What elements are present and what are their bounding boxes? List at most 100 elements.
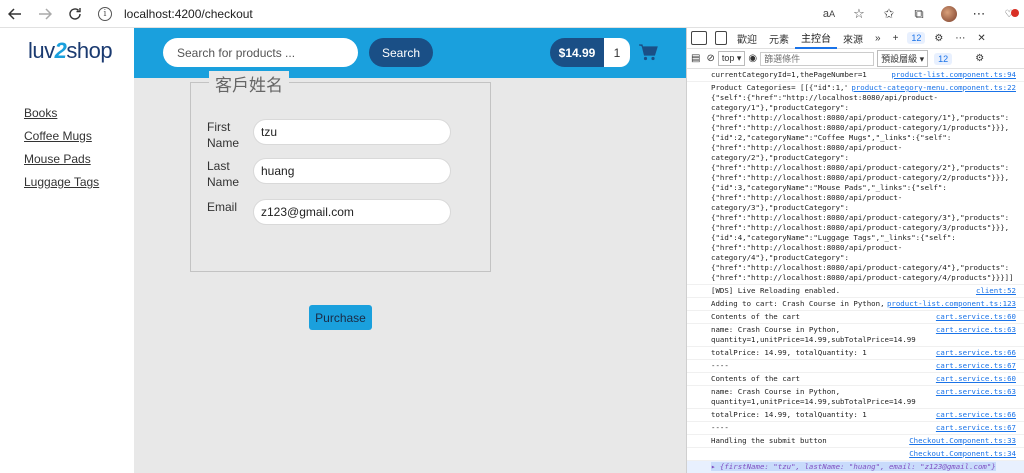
shopping-cart-icon[interactable] — [638, 42, 658, 62]
site-info-icon[interactable]: i — [98, 7, 112, 21]
levels-select[interactable]: 預設層級 ▾ — [877, 50, 929, 67]
console-source-link[interactable]: cart.service.ts:67 — [931, 423, 1016, 433]
console-toolbar: ▤ ⊘ top ▾ ◉ 預設層級 ▾ 12 ⚙ — [687, 49, 1024, 69]
console-message: name: Crash Course in Python, quantity=1… — [711, 387, 916, 406]
site-logo[interactable]: luv2shop — [28, 38, 113, 64]
devtools-panel: 歡迎 元素 主控台 來源 » + 12 ⚙ ⋯ ✕ ▤ ⊘ top ▾ ◉ 預設… — [686, 28, 1024, 473]
app-viewport: luv2shop Books Coffee Mugs Mouse Pads Lu… — [0, 28, 686, 473]
console-line: cart.service.ts:63 name: Crash Course in … — [687, 386, 1024, 409]
console-source-link[interactable]: cart.service.ts:63 — [931, 387, 1016, 397]
search-button[interactable]: Search — [369, 38, 433, 67]
logo-text-2: 2 — [54, 38, 67, 63]
console-settings-icon[interactable]: ⚙ — [975, 53, 984, 64]
console-line: Checkout.Component.ts:33 Handling the sub… — [687, 435, 1024, 448]
forward-icon[interactable] — [30, 0, 60, 28]
logo-text-shop: shop — [66, 38, 113, 63]
console-line: cart.service.ts:67 ---- — [687, 360, 1024, 373]
collections-icon[interactable]: ⧉ — [904, 0, 934, 28]
console-message: ---- — [711, 423, 729, 432]
console-result-line: Checkout.Component.ts:34 — [687, 448, 1024, 461]
sidebar-item-mouse-pads[interactable]: Mouse Pads — [24, 152, 99, 166]
console-line: cart.service.ts:60 Contents of the cart — [687, 373, 1024, 386]
console-message: ---- — [711, 361, 729, 370]
notifications-icon[interactable]: ♡ — [994, 0, 1024, 28]
console-source-link[interactable]: product-category-menu.component.ts:22 — [847, 83, 1016, 93]
more-tabs-icon[interactable]: » — [869, 28, 887, 49]
console-source-link[interactable]: Checkout.Component.ts:34 — [905, 449, 1016, 459]
email-input[interactable] — [253, 199, 451, 225]
console-output: product-list.component.ts:94 currentCateg… — [687, 69, 1024, 473]
sidebar-item-coffee-mugs[interactable]: Coffee Mugs — [24, 129, 99, 143]
toolbar-issues-badge[interactable]: 12 — [934, 52, 953, 65]
tab-welcome[interactable]: 歡迎 — [731, 28, 763, 49]
last-name-row: Last Name — [207, 158, 451, 190]
settings-more-icon[interactable]: ⋯ — [964, 0, 994, 28]
console-line: product-list.component.ts:123 Adding to c… — [687, 298, 1024, 311]
sidebar-toggle-icon[interactable]: ▤ — [691, 53, 700, 64]
console-message: Product Categories= [[{"id":1,"categoryN… — [711, 83, 1014, 282]
email-label: Email — [207, 200, 238, 214]
console-source-link[interactable]: product-list.component.ts:123 — [882, 299, 1016, 309]
console-line: cart.service.ts:66 totalPrice: 14.99, tot… — [687, 347, 1024, 360]
devtools-close-icon[interactable]: ✕ — [971, 28, 991, 49]
tab-console[interactable]: 主控台 — [795, 28, 837, 49]
read-aloud-icon[interactable]: aA — [814, 0, 844, 28]
console-message: [WDS] Live Reloading enabled. — [711, 286, 841, 295]
console-source-link[interactable]: Checkout.Component.ts:33 — [905, 436, 1016, 446]
console-message: totalPrice: 14.99, totalQuantity: 1 — [711, 348, 867, 357]
first-name-label: First Name — [207, 120, 240, 150]
fieldset-legend: 客戶姓名 — [209, 71, 289, 96]
console-source-link[interactable]: cart.service.ts:66 — [931, 348, 1016, 358]
cart-quantity: 1 — [604, 38, 630, 67]
profile-avatar[interactable] — [934, 0, 964, 28]
issues-badge[interactable]: 12 — [907, 32, 926, 44]
reload-icon[interactable] — [60, 0, 90, 28]
notification-badge — [1011, 9, 1019, 17]
console-source-link[interactable]: cart.service.ts:67 — [931, 361, 1016, 371]
context-select[interactable]: top ▾ — [717, 51, 746, 66]
last-name-input[interactable] — [253, 158, 451, 184]
console-source-link[interactable]: client:52 — [971, 286, 1016, 296]
favorites-list-icon[interactable]: ✩ — [874, 0, 904, 28]
console-message: Contents of the cart — [711, 312, 800, 321]
clear-console-icon[interactable]: ⊘ — [706, 53, 714, 64]
console-line: cart.service.ts:67 ---- — [687, 422, 1024, 435]
category-menu: Books Coffee Mugs Mouse Pads Luggage Tag… — [24, 106, 99, 198]
console-message: Contents of the cart — [711, 374, 800, 383]
console-filter-input[interactable] — [760, 51, 875, 66]
devtools-more-icon[interactable]: ⋯ — [949, 28, 971, 49]
result-object-text: ▸ {firstName: "tzu", lastName: "huang", … — [711, 462, 996, 471]
sidebar-item-luggage-tags[interactable]: Luggage Tags — [24, 175, 99, 189]
console-source-link[interactable]: cart.service.ts:66 — [931, 410, 1016, 420]
devtools-tabs: 歡迎 元素 主控台 來源 » + 12 ⚙ ⋯ ✕ — [687, 28, 1024, 49]
console-source-link[interactable]: cart.service.ts:63 — [931, 325, 1016, 335]
inspect-element-icon[interactable] — [691, 31, 707, 45]
last-name-label: Last Name — [207, 159, 240, 189]
console-message: Adding to cart: Crash Course in Python,1… — [711, 299, 907, 308]
tab-sources[interactable]: 來源 — [837, 28, 869, 49]
first-name-row: First Name — [207, 119, 451, 151]
console-message: Handling the submit button — [711, 436, 827, 445]
device-toolbar-icon[interactable] — [715, 31, 727, 45]
favorite-star-icon[interactable]: ☆ — [844, 0, 874, 28]
eye-icon[interactable]: ◉ — [748, 53, 757, 64]
purchase-button[interactable]: Purchase — [309, 305, 372, 330]
console-message: currentCategoryId=1,thePageNumber=1 — [711, 70, 867, 79]
console-source-link[interactable]: cart.service.ts:60 — [931, 374, 1016, 384]
tab-elements[interactable]: 元素 — [763, 28, 795, 49]
console-source-link[interactable]: product-list.component.ts:94 — [887, 70, 1016, 80]
sidebar: luv2shop Books Coffee Mugs Mouse Pads Lu… — [0, 28, 134, 473]
cart-total: $14.99 — [550, 38, 604, 67]
search-input[interactable] — [163, 38, 358, 67]
customer-fieldset: 客戶姓名 FirstName LastName Email — [190, 71, 491, 272]
sidebar-item-books[interactable]: Books — [24, 106, 99, 120]
address-bar[interactable]: i localhost:4200/checkout — [98, 3, 853, 25]
first-name-input[interactable] — [253, 119, 451, 145]
add-tab-icon[interactable]: + — [887, 28, 905, 49]
console-source-link[interactable]: cart.service.ts:60 — [931, 312, 1016, 322]
console-result-object[interactable]: ▸ {firstName: "tzu", lastName: "huang", … — [687, 461, 1024, 473]
console-line: cart.service.ts:63 name: Crash Course in … — [687, 324, 1024, 347]
back-icon[interactable] — [0, 0, 30, 28]
browser-toolbar: i localhost:4200/checkout aA ☆ ✩ ⧉ ⋯ ♡ — [0, 0, 1024, 28]
devtools-settings-icon[interactable]: ⚙ — [928, 28, 949, 49]
